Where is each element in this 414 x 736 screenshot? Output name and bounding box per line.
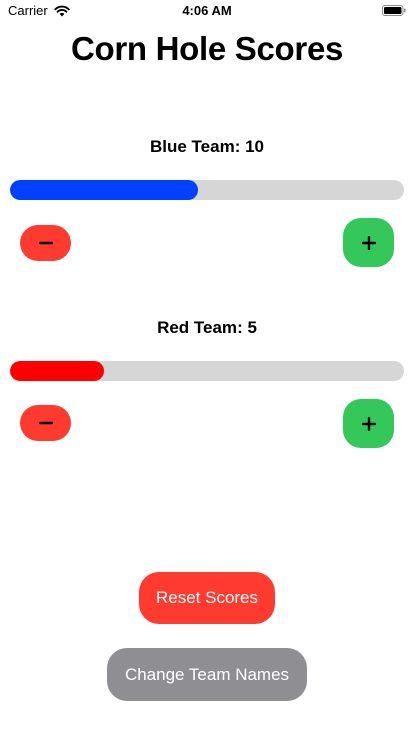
team-name: Blue Team: [149, 137, 235, 156]
plus-icon: [361, 235, 376, 250]
blue-team-score-label: Blue Team: 10: [149, 137, 265, 156]
blue-team-decrement-button[interactable]: [20, 225, 71, 261]
minus-icon: [38, 241, 53, 245]
change-team-names-button[interactable]: Change Team Names: [107, 648, 307, 701]
red-team-progress-fill: [10, 361, 104, 381]
team-score: 10: [245, 137, 265, 156]
reset-scores-button[interactable]: Reset Scores: [139, 572, 275, 624]
minus-icon: [38, 421, 53, 425]
team-name: Red Team: [157, 318, 238, 337]
blue-team-increment-button[interactable]: [343, 218, 394, 267]
status-time: 4:06 AM: [182, 3, 232, 18]
team-score: 5: [247, 318, 257, 337]
red-team-increment-button[interactable]: [343, 399, 394, 448]
app-screen: Carrier 4:06 AM Corn Hole Scores Blue Te…: [0, 0, 414, 736]
red-team-score-label: Red Team: 5: [157, 318, 257, 337]
blue-team-progress-fill: [10, 180, 198, 200]
battery-icon: [382, 5, 406, 16]
status-bar: Carrier 4:06 AM: [0, 0, 414, 22]
plus-icon: [361, 416, 376, 431]
blue-team-progress-bar: [10, 180, 404, 200]
red-team-decrement-button[interactable]: [20, 405, 71, 441]
page-title: Corn Hole Scores: [70, 30, 344, 67]
red-team-progress-bar: [10, 361, 404, 381]
